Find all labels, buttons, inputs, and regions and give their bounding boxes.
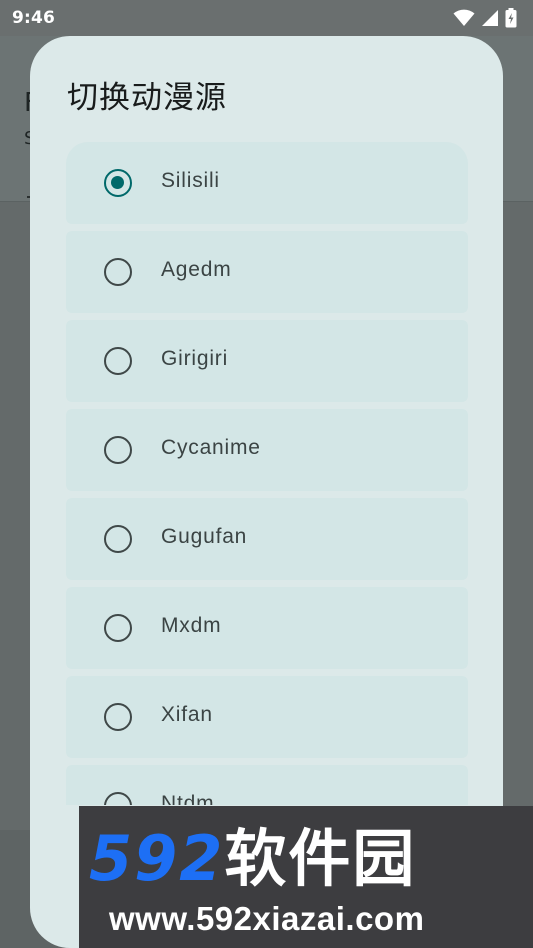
watermark-banner: 592软件园 www.592xiazai.com: [79, 806, 533, 948]
source-option-ntdm[interactable]: Ntdm: [66, 765, 468, 805]
source-option-agedm[interactable]: Agedm: [66, 231, 468, 313]
status-icons: [453, 8, 517, 28]
source-option-label: Silisili: [161, 169, 220, 192]
watermark-brand-number: 592: [89, 822, 225, 895]
radio-button-unchecked[interactable]: [104, 258, 132, 286]
source-option-list[interactable]: Silisili Agedm Girigiri Cycanime Gugufan Mxdm…: [66, 142, 468, 805]
source-option-gugufan[interactable]: Gugufan: [66, 498, 468, 580]
source-option-label: Xifan: [161, 703, 213, 726]
radio-button-unchecked[interactable]: [104, 614, 132, 642]
watermark-brand-text: 软件园: [224, 822, 417, 895]
status-bar: 9:46: [0, 0, 533, 36]
dialog-title: 切换动漫源: [67, 80, 227, 116]
cellular-signal-icon: [481, 9, 499, 27]
wifi-icon: [453, 9, 475, 27]
watermark-logo: 592软件园: [89, 824, 416, 894]
radio-button-unchecked[interactable]: [104, 347, 132, 375]
source-option-label: Ntdm: [161, 792, 215, 805]
radio-button-unchecked[interactable]: [104, 792, 132, 805]
watermark-url: www.592xiazai.com: [109, 900, 425, 937]
battery-charging-icon: [505, 8, 517, 28]
source-option-xifan[interactable]: Xifan: [66, 676, 468, 758]
source-option-girigiri[interactable]: Girigiri: [66, 320, 468, 402]
radio-button-unchecked[interactable]: [104, 703, 132, 731]
source-option-label: Gugufan: [161, 525, 248, 548]
radio-button-unchecked[interactable]: [104, 525, 132, 553]
source-option-mxdm[interactable]: Mxdm: [66, 587, 468, 669]
source-option-label: Girigiri: [161, 347, 229, 370]
radio-button-unchecked[interactable]: [104, 436, 132, 464]
source-option-label: Mxdm: [161, 614, 222, 637]
source-option-label: Cycanime: [161, 436, 261, 459]
source-option-label: Agedm: [161, 258, 232, 281]
radio-button-checked[interactable]: [104, 169, 132, 197]
status-time: 9:46: [12, 8, 56, 28]
source-option-cycanime[interactable]: Cycanime: [66, 409, 468, 491]
source-option-silisili[interactable]: Silisili: [66, 142, 468, 224]
